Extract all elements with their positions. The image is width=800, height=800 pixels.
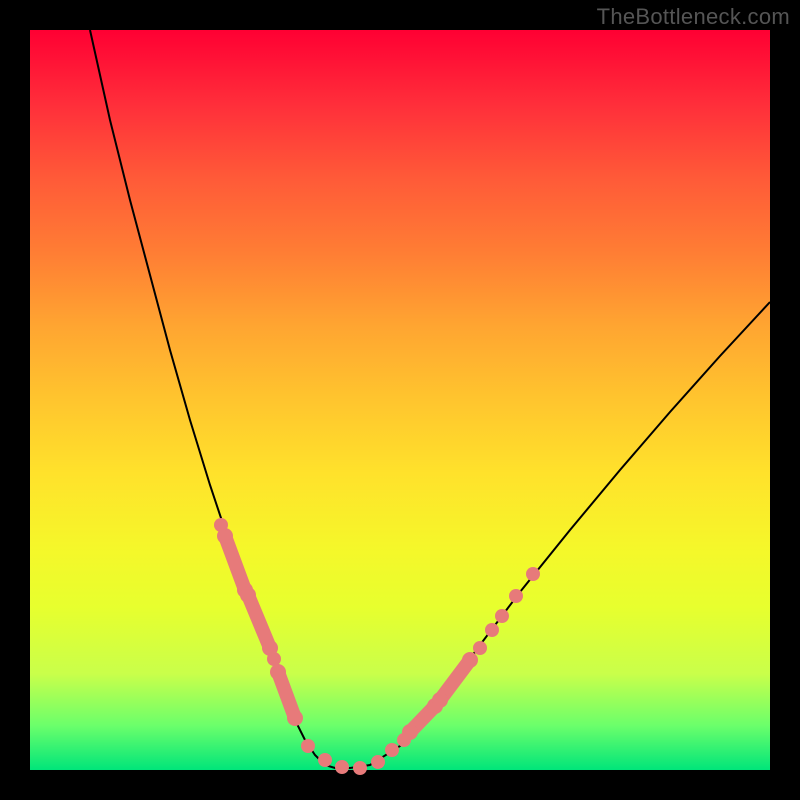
left-top-dot xyxy=(214,518,228,532)
bottleneck-curve xyxy=(90,30,770,768)
bottom-dot-6 xyxy=(385,743,399,757)
bottom-dot-5 xyxy=(371,755,385,769)
watermark-text: TheBottleneck.com xyxy=(597,4,790,30)
chart-svg xyxy=(30,30,770,770)
left-mid-dot xyxy=(267,652,281,666)
left-segment-2 xyxy=(248,595,270,648)
left-segment-3-cap-b xyxy=(287,710,303,726)
bottom-dot-1 xyxy=(301,739,315,753)
right-dot-3 xyxy=(485,623,499,637)
left-segment-3-cap-a xyxy=(270,664,286,680)
bottom-dot-4 xyxy=(353,761,367,775)
bottom-dot-3 xyxy=(335,760,349,774)
right-dot-6 xyxy=(526,567,540,581)
right-dot-5 xyxy=(509,589,523,603)
right-segment-2-cap-b xyxy=(462,652,478,668)
markers-group xyxy=(214,518,540,775)
right-dot-2 xyxy=(473,641,487,655)
left-segment-1 xyxy=(225,536,245,590)
right-segment-2-cap-a xyxy=(432,692,448,708)
chart-frame: TheBottleneck.com xyxy=(0,0,800,800)
right-dot-4 xyxy=(495,609,509,623)
left-segment-2-cap-a xyxy=(240,587,256,603)
plot-area xyxy=(30,30,770,770)
bottom-dot-2 xyxy=(318,753,332,767)
right-segment-1-cap-a xyxy=(402,724,418,740)
